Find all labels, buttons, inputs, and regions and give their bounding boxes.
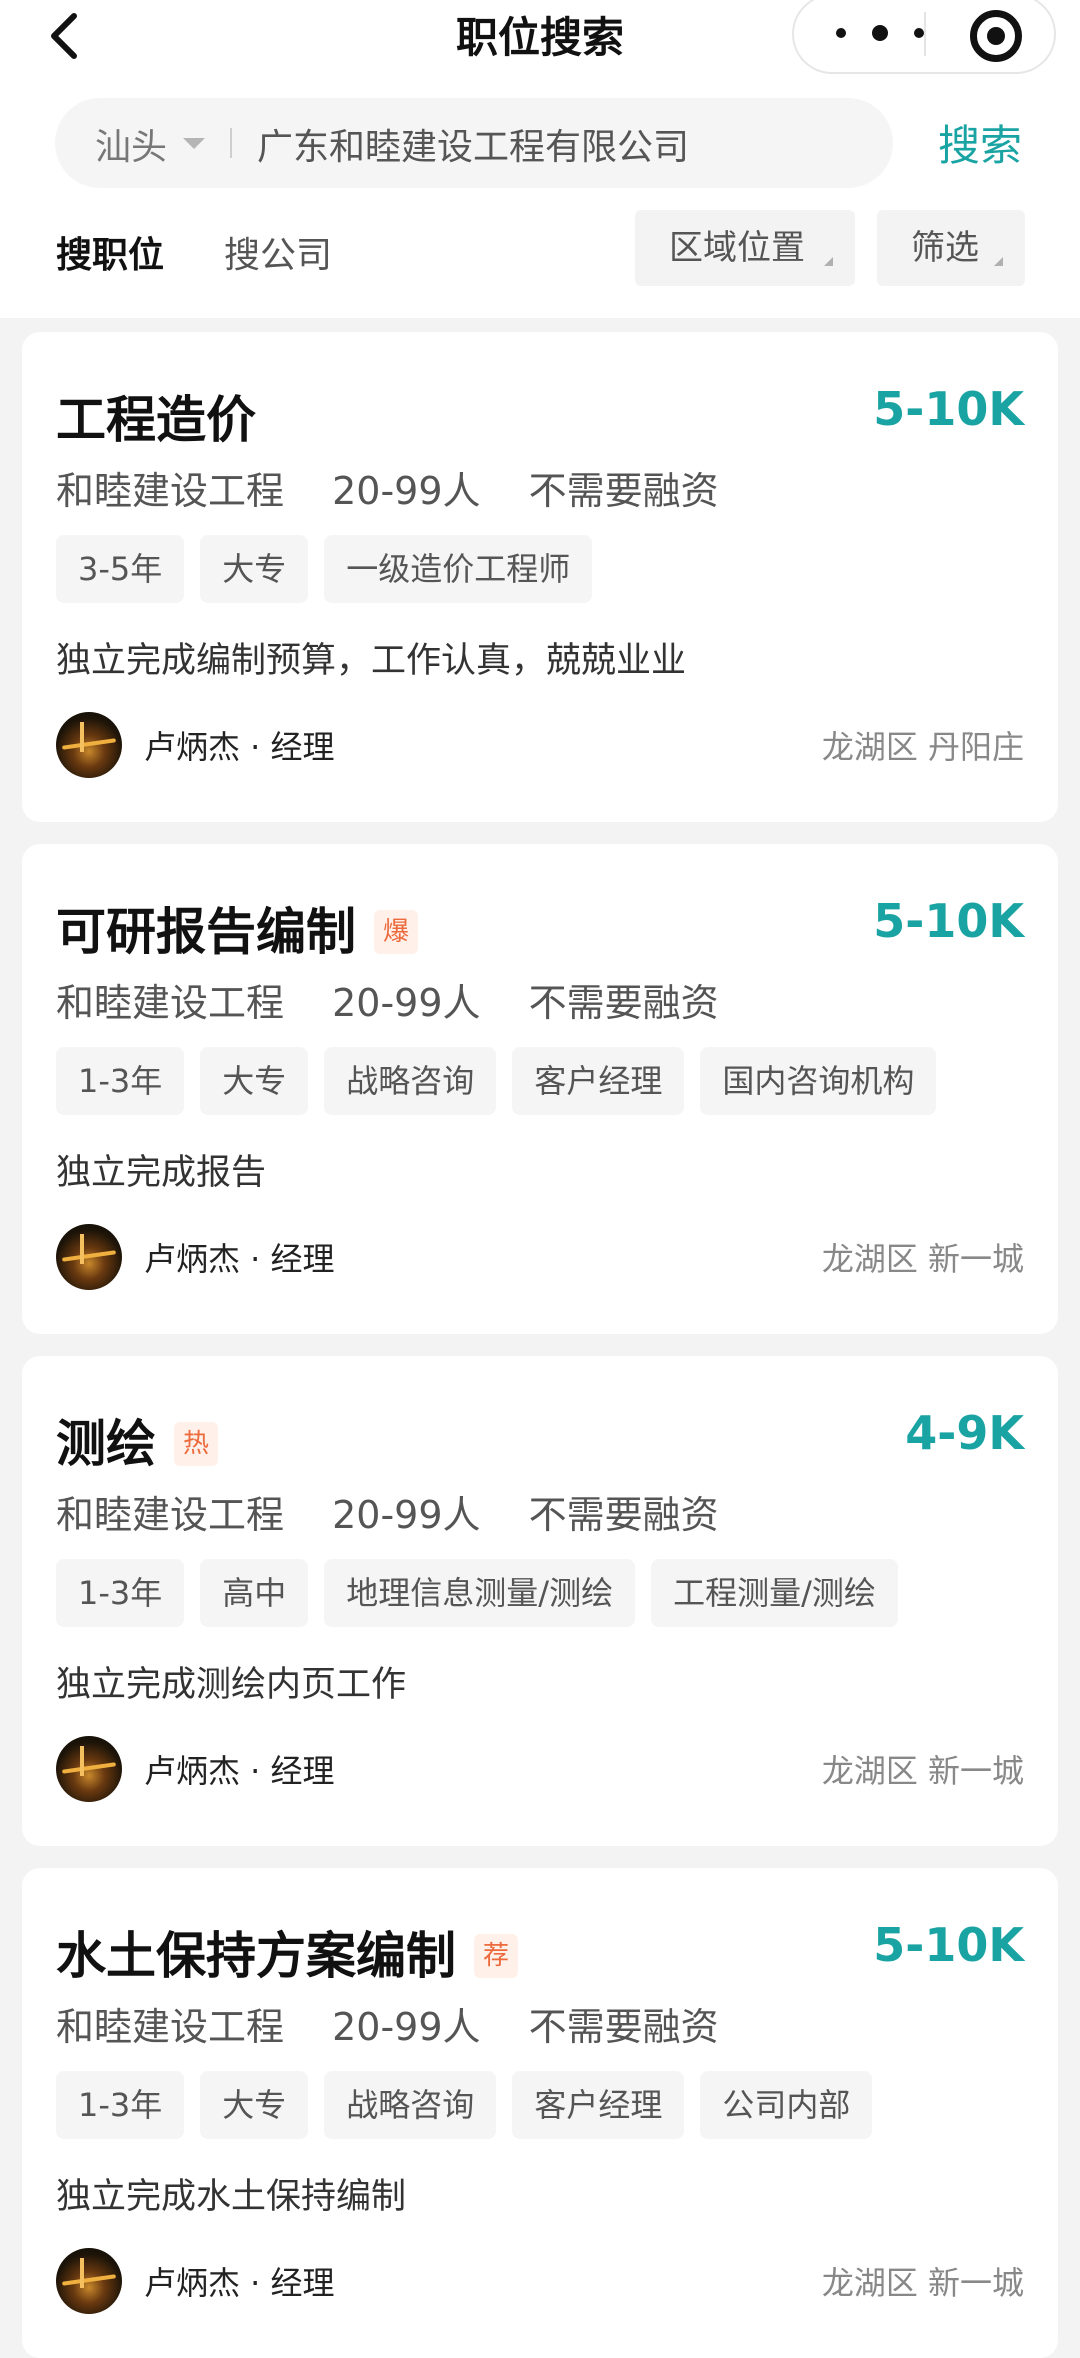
company-info: 和睦建设工程 20-99人 不需要融资 <box>56 972 755 1027</box>
job-title-text: 可研报告编制 <box>56 903 356 961</box>
job-tag: 大专 <box>200 1047 309 1115</box>
salary: 5-10K <box>873 382 1024 436</box>
job-title: 工程造价 <box>56 380 256 452</box>
job-card[interactable]: 可研报告编制爆 5-10K 和睦建设工程 20-99人 不需要融资 1-3年 大专… <box>22 844 1058 1334</box>
avatar <box>56 1224 122 1290</box>
company-size: 20-99人 <box>332 1493 481 1537</box>
search-tabs: 搜职位 搜公司 区域位置 筛选 <box>0 208 1080 296</box>
capsule-divider <box>924 12 926 56</box>
job-title-text: 水土保持方案编制 <box>56 1927 456 1985</box>
job-location: 龙湖区 新一城 <box>821 2264 1024 2302</box>
search-input[interactable]: 广东和睦建设工程有限公司 <box>257 118 689 170</box>
salary: 4-9K <box>905 1406 1024 1460</box>
job-tag: 战略咨询 <box>324 2071 497 2139</box>
tab-jobs[interactable]: 搜职位 <box>56 226 164 278</box>
job-tags: 3-5年 大专 一级造价工程师 <box>56 535 593 603</box>
job-description: 独立完成报告 <box>56 1153 267 1193</box>
search-button[interactable]: 搜索 <box>938 112 1022 173</box>
job-tag: 客户经理 <box>512 2071 685 2139</box>
job-title: 测绘热 <box>56 1404 218 1476</box>
nav-bar: 职位搜索 <box>0 0 1080 80</box>
company-name: 和睦建设工程 <box>56 981 285 1025</box>
tab-companies[interactable]: 搜公司 <box>224 226 332 278</box>
job-tags: 1-3年 高中 地理信息测量/测绘 工程测量/测绘 <box>56 1559 898 1627</box>
job-tag: 1-3年 <box>56 1559 185 1627</box>
job-title: 可研报告编制爆 <box>56 892 418 964</box>
job-description: 独立完成编制预算，工作认真，兢兢业业 <box>56 641 687 681</box>
more-icon[interactable] <box>836 18 924 48</box>
company-funding: 不需要融资 <box>528 469 719 513</box>
job-title-text: 工程造价 <box>56 391 256 449</box>
recruiter-name: 卢炳杰 · 经理 <box>144 1240 335 1278</box>
job-description: 独立完成测绘内页工作 <box>56 1665 407 1705</box>
region-filter-button[interactable]: 区域位置 <box>635 210 855 286</box>
job-tag: 工程测量/测绘 <box>651 1559 898 1627</box>
job-location: 龙湖区 新一城 <box>821 1752 1024 1790</box>
recruiter-name: 卢炳杰 · 经理 <box>144 1752 335 1790</box>
corner-triangle-icon <box>824 257 833 266</box>
job-title: 水土保持方案编制荐 <box>56 1916 518 1988</box>
filter-label: 筛选 <box>911 228 979 268</box>
job-tag: 国内咨询机构 <box>700 1047 937 1115</box>
close-target-icon[interactable] <box>970 10 1022 62</box>
mini-program-capsule <box>792 0 1056 74</box>
company-funding: 不需要融资 <box>528 981 719 1025</box>
avatar <box>56 1736 122 1802</box>
region-filter-label: 区域位置 <box>669 228 805 268</box>
recruiter-name: 卢炳杰 · 经理 <box>144 728 335 766</box>
salary: 5-10K <box>873 1918 1024 1972</box>
avatar <box>56 712 122 778</box>
job-card[interactable]: 测绘热 4-9K 和睦建设工程 20-99人 不需要融资 1-3年 高中 地理信息测… <box>22 1356 1058 1846</box>
job-tag: 大专 <box>200 2071 309 2139</box>
company-name: 和睦建设工程 <box>56 2005 285 2049</box>
job-tags: 1-3年 大专 战略咨询 客户经理 公司内部 <box>56 2071 873 2139</box>
corner-triangle-icon <box>994 257 1003 266</box>
job-tag: 高中 <box>200 1559 309 1627</box>
company-size: 20-99人 <box>332 981 481 1025</box>
company-name: 和睦建设工程 <box>56 469 285 513</box>
job-tag: 战略咨询 <box>324 1047 497 1115</box>
job-tag: 地理信息测量/测绘 <box>324 1559 636 1627</box>
recruiter-name: 卢炳杰 · 经理 <box>144 2264 335 2302</box>
header: 职位搜索 汕头 广东和睦建设工程有限公司 搜索 搜职位 搜公司 区域位置 筛选 <box>0 0 1080 318</box>
filter-button[interactable]: 筛选 <box>877 210 1025 286</box>
company-info: 和睦建设工程 20-99人 不需要融资 <box>56 1996 755 2051</box>
company-size: 20-99人 <box>332 469 481 513</box>
job-description: 独立完成水土保持编制 <box>56 2177 407 2217</box>
job-card[interactable]: 水土保持方案编制荐 5-10K 和睦建设工程 20-99人 不需要融资 1-3年… <box>22 1868 1058 2358</box>
job-tag: 3-5年 <box>56 535 185 603</box>
company-size: 20-99人 <box>332 2005 481 2049</box>
city-selector[interactable]: 汕头 <box>95 118 167 170</box>
job-location: 龙湖区 新一城 <box>821 1240 1024 1278</box>
divider <box>230 128 232 158</box>
job-location: 龙湖区 丹阳庄 <box>821 728 1024 766</box>
caret-down-icon[interactable] <box>183 138 205 149</box>
job-tag: 大专 <box>200 535 309 603</box>
job-tag: 客户经理 <box>512 1047 685 1115</box>
job-tags: 1-3年 大专 战略咨询 客户经理 国内咨询机构 <box>56 1047 937 1115</box>
job-title-text: 测绘 <box>56 1415 156 1473</box>
job-badge: 爆 <box>374 909 418 954</box>
job-tag: 公司内部 <box>700 2071 873 2139</box>
search-bar[interactable]: 汕头 广东和睦建设工程有限公司 <box>55 98 893 188</box>
job-badge: 荐 <box>474 1933 518 1978</box>
job-tag: 1-3年 <box>56 2071 185 2139</box>
company-funding: 不需要融资 <box>528 1493 719 1537</box>
avatar <box>56 2248 122 2314</box>
job-tag: 1-3年 <box>56 1047 185 1115</box>
company-info: 和睦建设工程 20-99人 不需要融资 <box>56 460 755 515</box>
job-card[interactable]: 工程造价 5-10K 和睦建设工程 20-99人 不需要融资 3-5年 大专 一级造… <box>22 332 1058 822</box>
company-info: 和睦建设工程 20-99人 不需要融资 <box>56 1484 755 1539</box>
job-tag: 一级造价工程师 <box>324 535 593 603</box>
company-funding: 不需要融资 <box>528 2005 719 2049</box>
salary: 5-10K <box>873 894 1024 948</box>
job-badge: 热 <box>174 1421 218 1466</box>
company-name: 和睦建设工程 <box>56 1493 285 1537</box>
